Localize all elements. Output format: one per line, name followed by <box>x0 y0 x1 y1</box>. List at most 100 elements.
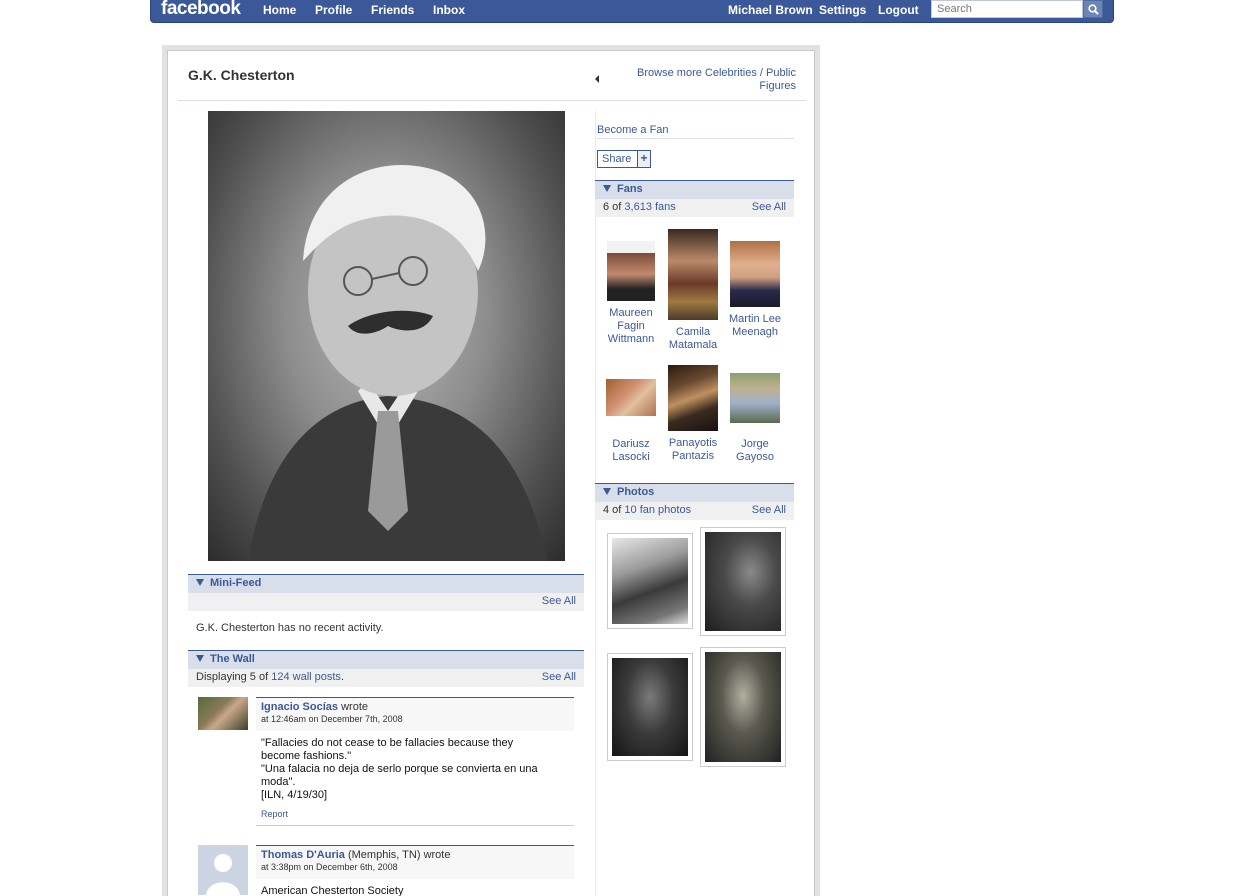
nav-home[interactable]: Home <box>263 3 296 17</box>
fan-name-line: Pantazis <box>671 450 715 462</box>
divider <box>178 100 806 101</box>
wall-post-text: American Chesterton Society <box>256 879 574 896</box>
fan-name-line: Wittmann <box>607 333 655 345</box>
nav-user-name[interactable]: Michael Brown <box>728 3 813 17</box>
search-button[interactable] <box>1083 0 1103 18</box>
fan-name-link[interactable]: Panayotis Pantazis <box>660 437 726 463</box>
page-title: G.K. Chesterton <box>188 67 295 83</box>
wall-post-author-link[interactable]: Thomas D'Auria <box>261 849 345 861</box>
fan-name-line: Maureen <box>609 307 653 319</box>
photos-heading: Photos <box>617 486 655 498</box>
fan-photo-thumbnail[interactable] <box>607 533 693 629</box>
fan-photo[interactable] <box>730 373 780 423</box>
wall-post-wrote: wrote <box>423 849 451 861</box>
photos-count-prefix: 4 of <box>603 504 622 516</box>
fan-name-line: Lasocki <box>612 451 650 463</box>
fan-photo[interactable] <box>607 241 655 301</box>
fans-heading: Fans <box>617 183 643 195</box>
become-a-fan-link[interactable]: Become a Fan <box>597 124 669 136</box>
wall-post-line: "Una falacia no deja de serlo porque se … <box>261 763 538 775</box>
left-arrow-icon[interactable] <box>595 75 599 83</box>
fan-photo[interactable] <box>668 365 718 431</box>
facebook-logo[interactable]: facebook <box>161 0 241 20</box>
nav-friends[interactable]: Friends <box>371 3 414 17</box>
wall-summary-suffix: . <box>340 671 344 683</box>
wall-post-author-link[interactable]: Ignacio Socías <box>261 701 338 713</box>
divider <box>256 825 574 826</box>
fan-item[interactable]: Martin Lee Meenagh <box>722 241 788 339</box>
fan-photo-thumbnail[interactable] <box>700 527 786 636</box>
fans-header[interactable]: Fans <box>595 180 794 199</box>
wall-post-author-location: (Memphis, TN) <box>347 849 421 861</box>
fan-name-link[interactable]: Jorge Gayoso <box>722 438 788 464</box>
avatar[interactable] <box>198 697 248 730</box>
avatar-placeholder[interactable] <box>198 845 248 895</box>
wall-see-all-link[interactable]: See All <box>542 671 576 683</box>
minifeed-empty-text: G.K. Chesterton has no recent activity. <box>196 622 384 634</box>
fan-name-link[interactable]: Dariusz Lasocki <box>598 438 664 464</box>
fan-name-link[interactable]: Maureen Fagin Wittmann <box>598 307 664 346</box>
fan-photo-thumbnail[interactable] <box>700 647 786 767</box>
photo-image <box>612 658 688 756</box>
fans-subheader: 6 of 3,613 fans See All <box>595 199 794 217</box>
wall-header[interactable]: The Wall <box>188 650 584 669</box>
fan-photo[interactable] <box>730 241 780 307</box>
fans-count-prefix: 6 of <box>603 201 622 213</box>
fan-photo-thumbnail[interactable] <box>607 653 693 761</box>
fan-name-link[interactable]: Camila Matamala <box>660 326 726 352</box>
fan-item[interactable]: Maureen Fagin Wittmann <box>598 241 664 346</box>
collapse-triangle-icon[interactable] <box>196 655 204 662</box>
share-button[interactable]: Share + <box>597 150 651 168</box>
fan-item[interactable]: Jorge Gayoso <box>722 373 788 464</box>
default-user-icon <box>206 854 240 895</box>
photos-see-all-link[interactable]: See All <box>752 504 786 516</box>
fan-name-line: Gayoso <box>736 451 774 463</box>
photos-count-link[interactable]: 10 fan photos <box>624 504 691 516</box>
profile-photo[interactable] <box>208 111 565 561</box>
page-content: G.K. Chesterton Browse more Celebrities … <box>167 50 815 896</box>
share-label: Share <box>602 153 632 165</box>
fan-photo[interactable] <box>668 229 718 320</box>
fan-item[interactable]: Camila Matamala <box>660 229 726 352</box>
plus-icon[interactable]: + <box>637 151 650 167</box>
photos-header[interactable]: Photos <box>595 483 794 502</box>
search-input[interactable]: Search <box>931 0 1083 18</box>
fan-item[interactable]: Panayotis Pantazis <box>660 365 726 463</box>
minifeed-see-all-link[interactable]: See All <box>542 595 576 607</box>
wall-subheader: Displaying 5 of 124 wall posts. See All <box>188 669 584 687</box>
collapse-triangle-icon[interactable] <box>196 579 204 586</box>
minifeed-header[interactable]: Mini-Feed <box>188 574 584 593</box>
top-navigation-bar: facebook Home Profile Friends Inbox Mich… <box>150 0 1114 23</box>
fan-photo[interactable] <box>606 379 656 416</box>
photo-image <box>612 538 688 624</box>
nav-profile[interactable]: Profile <box>315 3 352 17</box>
fan-name-line: Panayotis <box>668 437 718 449</box>
fans-see-all-link[interactable]: See All <box>752 201 786 213</box>
wall-post-wrote: wrote <box>341 701 368 713</box>
fan-name-link[interactable]: Martin Lee Meenagh <box>722 313 788 339</box>
browse-celebrities-link[interactable]: Browse more Celebrities / Public Figures <box>608 67 796 93</box>
fan-name-line: Meenagh <box>732 326 778 338</box>
wall-post-body: Thomas D'Auria (Memphis, TN) wrote at 3:… <box>256 845 574 896</box>
collapse-triangle-icon[interactable] <box>603 488 611 495</box>
photos-subheader: 4 of 10 fan photos See All <box>595 502 794 520</box>
photo-image <box>705 532 781 631</box>
nav-logout[interactable]: Logout <box>878 3 919 17</box>
wall-post-header: Ignacio Socías wrote at 12:46am on Decem… <box>256 697 574 731</box>
fan-name-line: Matamala <box>668 339 718 351</box>
fan-name-line: Fagin <box>617 320 645 332</box>
report-link[interactable]: Report <box>261 809 288 819</box>
fan-name-line: Martin Lee <box>729 313 781 325</box>
nav-inbox[interactable]: Inbox <box>433 3 465 17</box>
wall-heading: The Wall <box>210 653 255 665</box>
collapse-triangle-icon[interactable] <box>603 185 611 192</box>
wall-post-text: "Fallacies do not cease to be fallacies … <box>256 731 574 802</box>
nav-settings[interactable]: Settings <box>819 3 866 17</box>
minifeed-heading: Mini-Feed <box>210 577 262 589</box>
wall-post-body: Ignacio Socías wrote at 12:46am on Decem… <box>256 697 574 819</box>
fan-item[interactable]: Dariusz Lasocki <box>598 379 664 464</box>
fans-count-link[interactable]: 3,613 fans <box>624 201 675 213</box>
page-frame: G.K. Chesterton Browse more Celebrities … <box>162 45 820 896</box>
wall-posts-count-link[interactable]: 124 wall posts <box>271 671 341 683</box>
photo-image <box>705 652 781 762</box>
